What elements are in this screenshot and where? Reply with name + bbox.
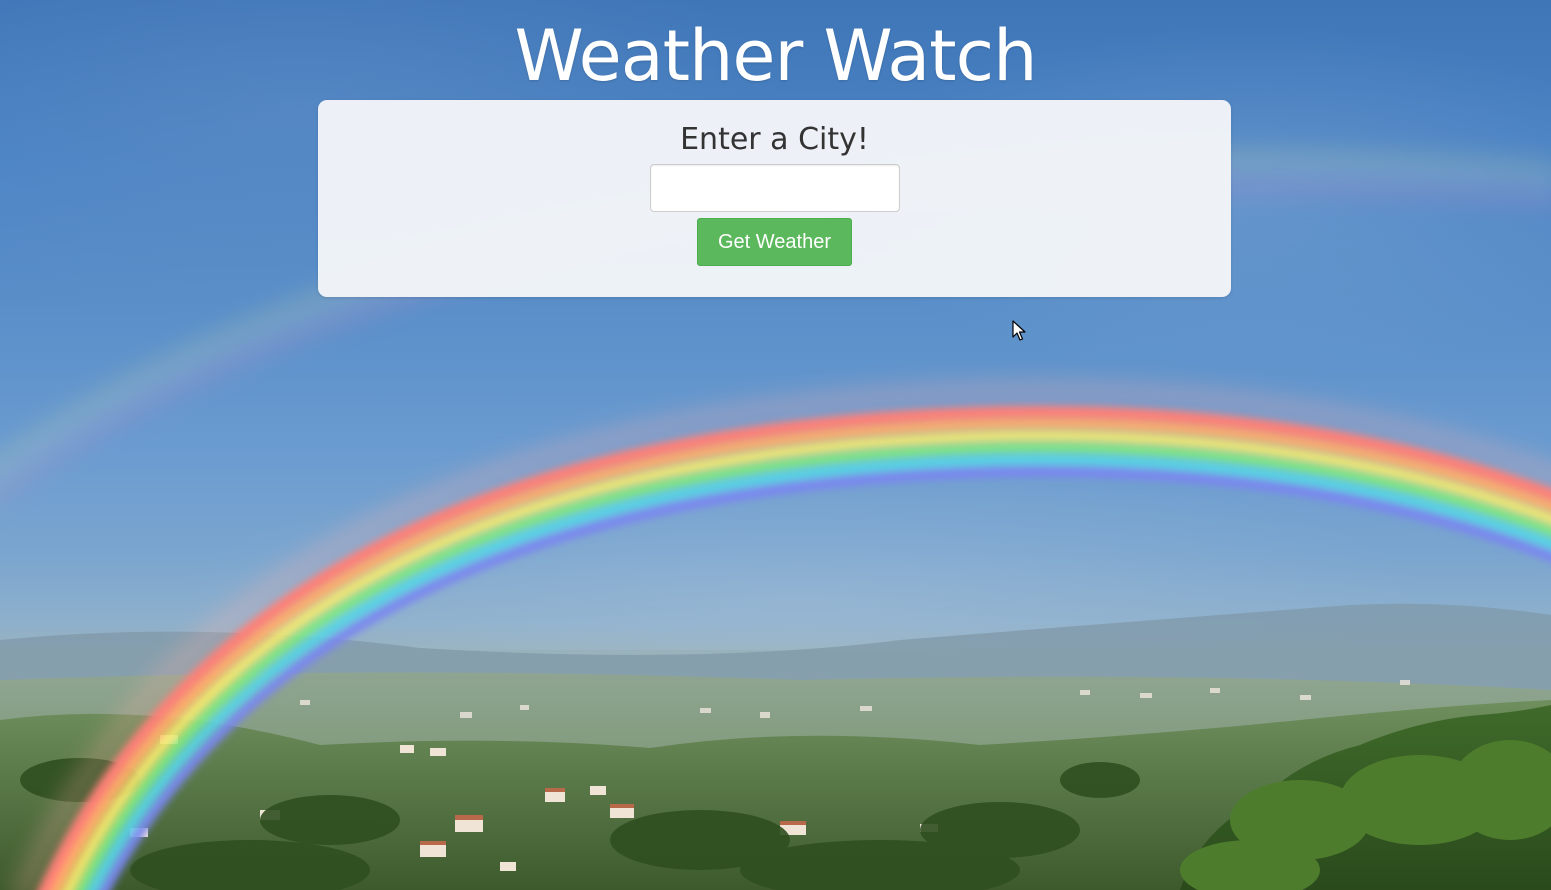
mouse-cursor-icon <box>1012 320 1026 341</box>
city-input[interactable] <box>650 164 900 212</box>
card-heading: Enter a City! <box>680 122 869 157</box>
city-search-card: Enter a City! Get Weather <box>318 100 1231 297</box>
get-weather-button[interactable]: Get Weather <box>697 218 852 266</box>
page-title: Weather Watch <box>514 15 1038 97</box>
